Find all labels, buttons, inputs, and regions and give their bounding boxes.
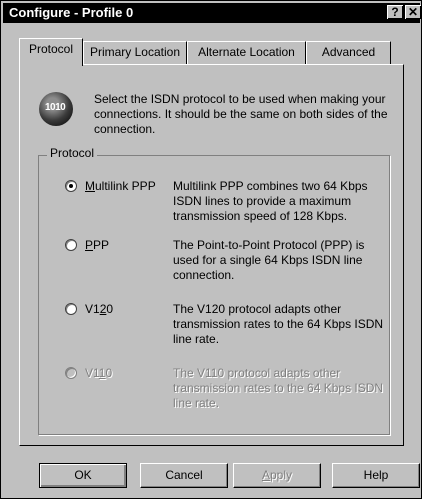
tab-protocol-label: Protocol (28, 42, 74, 56)
ppp-description: The Point-to-Point Protocol (PPP) is use… (173, 238, 365, 282)
tab-primary-location[interactable]: Primary Location (83, 41, 187, 64)
protocol-group-label: Protocol (47, 146, 98, 160)
label-rest: PP (93, 238, 110, 252)
radio-button-disabled[interactable] (65, 367, 77, 379)
help-button[interactable]: Help (332, 463, 420, 488)
v120-description: The V120 protocol adapts other transmiss… (173, 302, 384, 346)
tab-primary-location-label: Primary Location (89, 45, 181, 59)
label-rest: ultilink PPP (95, 179, 156, 193)
radio-ppp-label: PPP (85, 238, 109, 253)
tab-alternate-location-label: Alternate Location (198, 45, 295, 59)
multilink-ppp-description: Multilink PPP combines two 64 Kbps ISDN … (173, 179, 368, 223)
radio-button[interactable] (65, 239, 77, 251)
close-icon[interactable]: ✕ (405, 5, 421, 19)
tab-advanced-label: Advanced (321, 45, 376, 59)
v110-description: The V110 protocol adapts other transmiss… (173, 366, 384, 410)
window-title: Configure - Profile 0 (9, 5, 134, 20)
label-rest: 0 (105, 366, 113, 380)
apply-button[interactable]: Apply (233, 463, 321, 488)
intro-text: Select the ISDN protocol to be used when… (94, 92, 388, 136)
radio-v120-label: V120 (85, 302, 113, 317)
help-icon[interactable]: ? (387, 5, 403, 19)
tab-advanced[interactable]: Advanced (306, 41, 391, 64)
radio-multilink-ppp-label: Multilink PPP (85, 179, 156, 194)
mnemonic: A (261, 468, 270, 482)
cancel-button[interactable]: Cancel (140, 463, 228, 488)
mnemonic: P (85, 238, 94, 252)
label-prefix: V1 (85, 366, 99, 380)
label-rest: pply (270, 468, 293, 482)
tab-alternate-location[interactable]: Alternate Location (187, 41, 306, 64)
radio-button[interactable] (65, 303, 77, 315)
label-rest: 0 (106, 302, 114, 316)
globe-icon-text: 1010 (45, 102, 66, 113)
ok-button[interactable]: OK (39, 463, 127, 488)
title-bar[interactable]: Configure - Profile 0 ? ✕ (3, 3, 421, 23)
configure-dialog: Configure - Profile 0 ? ✕ Protocol Prima… (0, 0, 422, 499)
label-prefix: V1 (85, 302, 100, 316)
mnemonic: M (85, 179, 95, 193)
radio-v110-label: V110 (85, 366, 112, 381)
radio-button-checked[interactable] (65, 180, 77, 192)
tab-protocol[interactable]: Protocol (19, 38, 83, 66)
